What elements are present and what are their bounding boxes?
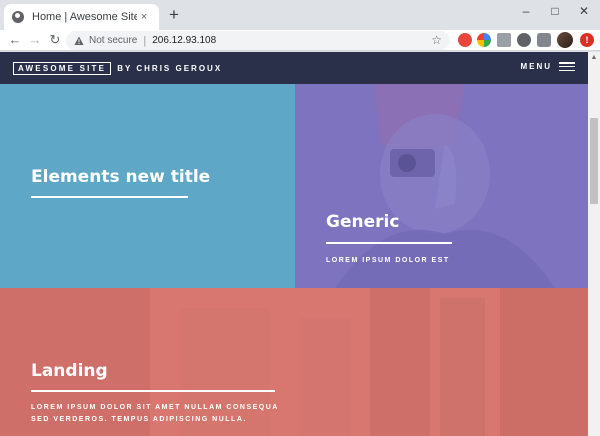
- avatar[interactable]: [557, 32, 573, 48]
- back-button[interactable]: ←: [7, 32, 23, 48]
- star-icon[interactable]: ☆: [431, 33, 442, 47]
- new-tab-button[interactable]: +: [166, 6, 182, 23]
- tile-generic[interactable]: Generic LOREM IPSUM DOLOR EST: [295, 84, 588, 288]
- tab-close-button[interactable]: ×: [137, 11, 151, 23]
- menu-button[interactable]: MENU: [520, 62, 575, 71]
- browser-menu-button[interactable]: !: [580, 33, 594, 47]
- tile-title: Generic: [326, 212, 400, 232]
- tile-title: Landing: [31, 361, 108, 381]
- extension-icon[interactable]: [497, 33, 511, 47]
- tile-title: Elements new title: [31, 167, 211, 187]
- title-underline: [326, 242, 452, 244]
- extension-icon[interactable]: [517, 33, 531, 47]
- close-window-button[interactable]: ✕: [570, 3, 598, 19]
- warning-icon: [74, 36, 84, 46]
- tile-subtitle-line2: SED VERDEROS. TEMPUS ADIPISCING NULLA.: [31, 416, 247, 423]
- address-separator: |: [143, 34, 147, 47]
- tab-title: Home | Awesome Site: [32, 11, 137, 23]
- tile-subtitle: LOREM IPSUM DOLOR EST: [326, 257, 450, 264]
- scrollbar[interactable]: ▲: [588, 52, 600, 436]
- puzzle-icon[interactable]: [537, 33, 551, 47]
- site-byline: BY CHRIS GEROUX: [117, 63, 223, 73]
- browser-toolbar: ← → ↻ Not secure | 206.12.93.108 ☆ !: [0, 30, 600, 51]
- browser-tab[interactable]: Home | Awesome Site ×: [4, 4, 159, 30]
- url-text: 206.12.93.108: [152, 35, 217, 46]
- title-underline: [31, 196, 188, 198]
- security-label: Not secure: [89, 35, 138, 46]
- hamburger-icon: [559, 62, 575, 71]
- title-underline: [31, 390, 275, 392]
- extension-icon[interactable]: [477, 33, 491, 47]
- tile-elements[interactable]: Elements new title: [0, 84, 295, 288]
- tile-subtitle-line1: LOREM IPSUM DOLOR SIT AMET NULLAM CONSEQ…: [31, 404, 279, 411]
- site-logo[interactable]: AWESOME SITE: [13, 61, 112, 75]
- maximize-button[interactable]: □: [541, 3, 569, 19]
- tile-landing[interactable]: Landing LOREM IPSUM DOLOR SIT AMET NULLA…: [0, 288, 588, 436]
- scrollbar-thumb[interactable]: [590, 118, 598, 204]
- forward-button[interactable]: →: [27, 32, 43, 48]
- site-header: AWESOME SITE BY CHRIS GEROUX MENU: [0, 52, 588, 84]
- page-viewport: AWESOME SITE BY CHRIS GEROUX MENU Elemen…: [0, 52, 588, 436]
- reload-button[interactable]: ↻: [47, 32, 63, 48]
- minimize-button[interactable]: –: [512, 3, 540, 19]
- scroll-up-icon[interactable]: ▲: [588, 52, 600, 64]
- globe-icon: [12, 11, 24, 23]
- tab-strip: Home | Awesome Site × + – □ ✕: [0, 0, 600, 30]
- extension-icon[interactable]: [458, 33, 472, 47]
- menu-label: MENU: [520, 62, 552, 71]
- address-bar[interactable]: Not secure | 206.12.93.108 ☆: [66, 31, 450, 50]
